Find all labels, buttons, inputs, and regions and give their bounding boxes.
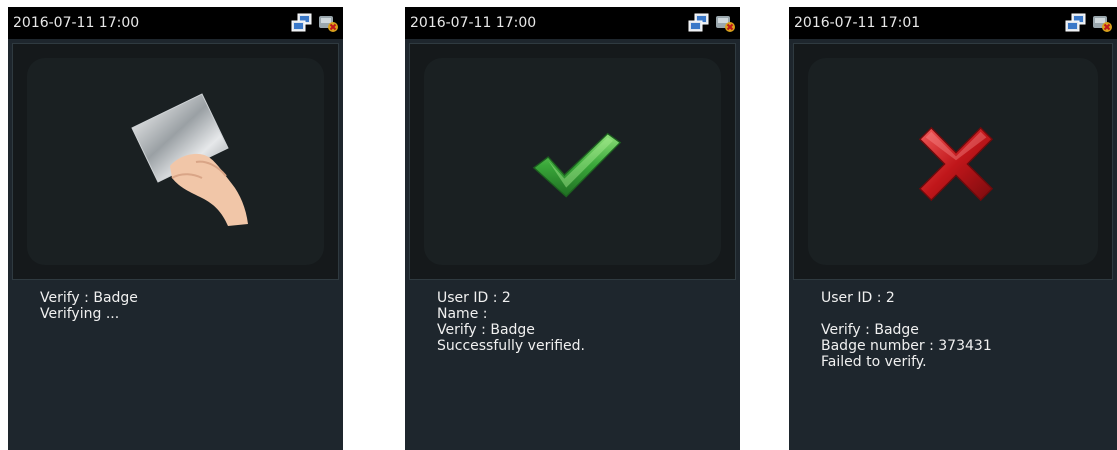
message-line: Successfully verified. bbox=[437, 338, 585, 354]
message-area: User ID : 2 Name : Verify : Badge Succes… bbox=[437, 290, 585, 354]
message-line: Verifying ... bbox=[40, 306, 120, 322]
screen-failure: 2016-07-11 17:01 User ID: 2 Verify: Ba… bbox=[789, 7, 1117, 450]
message-line: Verify : Badge bbox=[40, 290, 138, 306]
graphic-display bbox=[409, 43, 736, 280]
badge-card-icon bbox=[131, 93, 248, 226]
message-line: Verify : Badge bbox=[437, 322, 535, 338]
message-line bbox=[821, 306, 992, 322]
red-x-icon bbox=[918, 126, 994, 202]
timestamp: 2016-07-11 17:01 bbox=[794, 15, 921, 31]
message-line: Name : bbox=[437, 306, 488, 322]
timestamp: 2016-07-11 17:00 bbox=[410, 15, 537, 31]
usb-icon bbox=[1093, 16, 1112, 32]
message-line: Badge number : 373431 bbox=[821, 338, 992, 354]
message-area: User ID : 2 Verify : Badge Badge number … bbox=[821, 290, 992, 370]
status-bar: 2016-07-11 17:00 bbox=[405, 7, 740, 39]
status-bar: 2016-07-11 17:00 bbox=[8, 7, 343, 39]
screen-success: 2016-07-11 17:00 User ID: 2 Name: Veri… bbox=[405, 7, 740, 450]
network-icon bbox=[1065, 13, 1086, 32]
usb-icon bbox=[319, 16, 338, 32]
network-icon bbox=[688, 13, 709, 32]
network-icon bbox=[291, 13, 312, 32]
graphic-display bbox=[12, 43, 339, 280]
graphic-display bbox=[793, 43, 1113, 280]
usb-icon bbox=[716, 16, 735, 32]
message-line: User ID : 2 bbox=[821, 290, 895, 306]
message-line: Failed to verify. bbox=[821, 354, 927, 370]
status-bar: 2016-07-11 17:01 bbox=[789, 7, 1117, 39]
message-area: Verify : Badge Verifying ... bbox=[40, 290, 138, 322]
message-line: User ID : 2 bbox=[437, 290, 511, 306]
message-line: Verify : Badge bbox=[821, 322, 919, 338]
timestamp: 2016-07-11 17:00 bbox=[13, 15, 140, 31]
screen-verifying: 2016-07-11 17:00 Verify: Badge Verifyin… bbox=[8, 7, 343, 450]
check-mark-icon bbox=[532, 132, 622, 198]
